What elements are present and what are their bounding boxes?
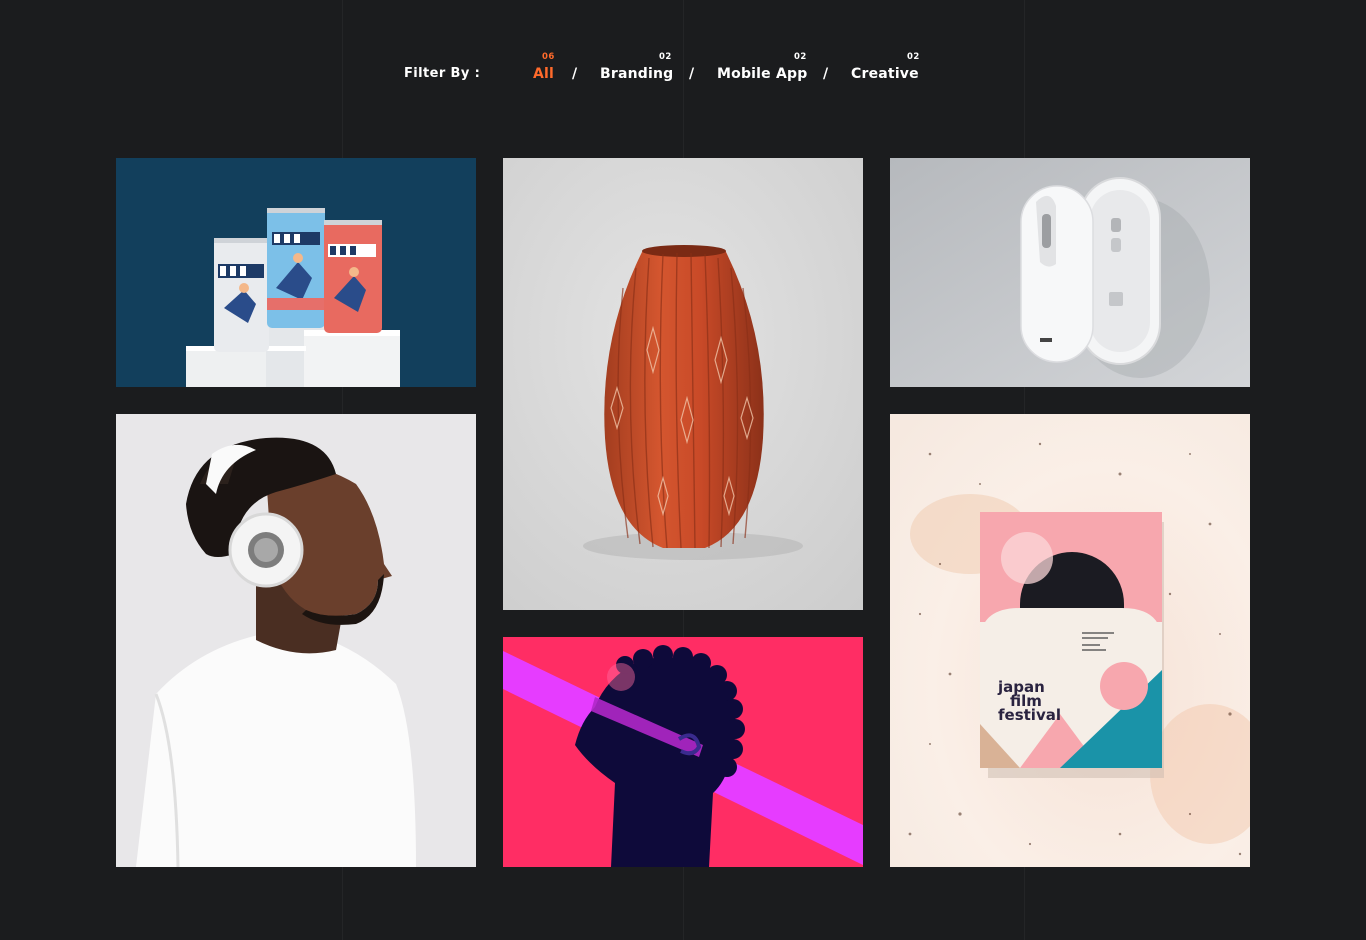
filter-separator: / bbox=[823, 66, 829, 82]
poster-title-line-3: festival bbox=[998, 706, 1061, 724]
filter-count: 06 bbox=[542, 52, 555, 62]
filter-count: 02 bbox=[659, 52, 672, 62]
filter-item-label: All bbox=[533, 66, 555, 82]
festival-poster-image: japan film festival bbox=[890, 414, 1250, 867]
filter-count: 02 bbox=[907, 52, 920, 62]
white-mouse-image bbox=[890, 158, 1250, 387]
filter-all[interactable]: 06 All bbox=[533, 52, 555, 82]
portfolio-filter-bar: Filter By : 06 All / 02 Branding / 02 Mo… bbox=[0, 0, 1366, 110]
profile-illustration-image bbox=[503, 637, 863, 867]
beverage-cans-image bbox=[116, 158, 476, 387]
filter-mobile-app[interactable]: 02 Mobile App bbox=[717, 52, 808, 82]
filter-item-label: Creative bbox=[851, 66, 919, 82]
orange-vase-image bbox=[503, 158, 863, 610]
portfolio-item-profile-illustration[interactable] bbox=[503, 637, 863, 867]
portfolio-item-festival-poster[interactable]: japan film festival bbox=[890, 414, 1250, 867]
filter-item-label: Branding bbox=[600, 66, 674, 82]
portfolio-item-man-headphones[interactable] bbox=[116, 414, 476, 867]
filter-item-label: Mobile App bbox=[717, 66, 808, 82]
filter-label: Filter By : bbox=[404, 66, 481, 81]
filter-branding[interactable]: 02 Branding bbox=[600, 52, 674, 82]
portfolio-item-white-mouse[interactable] bbox=[890, 158, 1250, 387]
portfolio-item-beverage-cans[interactable] bbox=[116, 158, 476, 387]
filter-count: 02 bbox=[794, 52, 807, 62]
filter-separator: / bbox=[689, 66, 695, 82]
filter-creative[interactable]: 02 Creative bbox=[851, 52, 919, 82]
filter-separator: / bbox=[572, 66, 578, 82]
man-headphones-image bbox=[116, 414, 476, 867]
portfolio-item-orange-vase[interactable] bbox=[503, 158, 863, 610]
